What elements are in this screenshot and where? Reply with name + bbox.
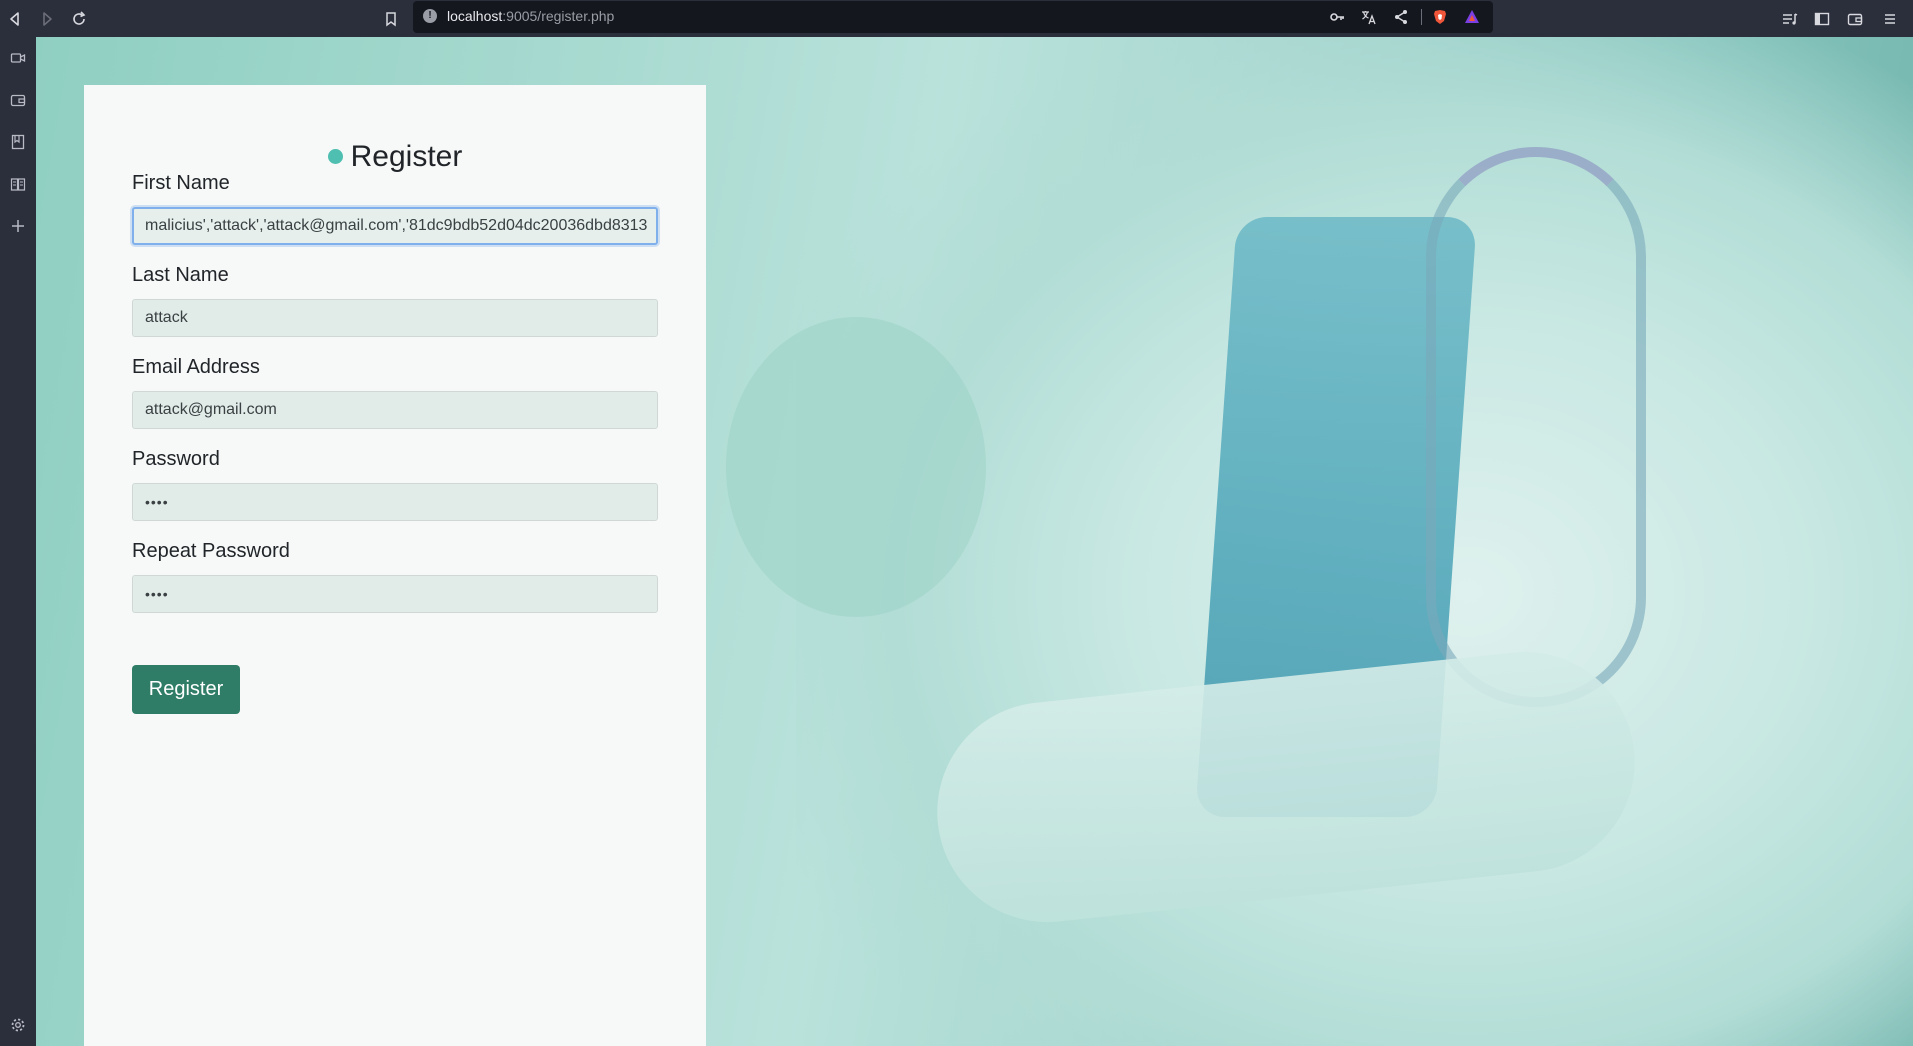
reading-list-icon xyxy=(10,178,26,191)
sidebar-add[interactable] xyxy=(5,213,31,239)
address-bar[interactable]: ! localhost:9005/register.php xyxy=(413,1,1493,33)
first-name-label: First Name xyxy=(132,172,230,194)
translate-icon[interactable] xyxy=(1360,8,1378,26)
register-form: Register First Name malicius','attack','… xyxy=(84,85,706,1046)
bookmark-icon xyxy=(386,12,396,27)
browser-sidebar xyxy=(0,37,36,1046)
sidebar-toggle-icon xyxy=(1814,12,1830,26)
bookmark-button[interactable] xyxy=(378,6,404,32)
last-name-input[interactable]: attack xyxy=(132,299,658,337)
wallet-icon xyxy=(10,94,26,107)
email-input[interactable]: attack@gmail.com xyxy=(132,391,658,429)
repeat-password-label: Repeat Password xyxy=(132,540,290,562)
page-title: Register xyxy=(84,140,706,174)
password-label: Password xyxy=(132,448,220,470)
sidebar-reading-list[interactable] xyxy=(5,171,31,197)
sidebar-toggle-button[interactable] xyxy=(1809,6,1835,32)
reload-icon xyxy=(73,11,86,25)
menu-icon xyxy=(1885,14,1895,24)
back-button[interactable] xyxy=(2,6,28,32)
key-icon[interactable] xyxy=(1328,8,1346,26)
info-icon[interactable]: ! xyxy=(423,9,437,23)
share-icon[interactable] xyxy=(1392,8,1410,26)
background-blur xyxy=(726,317,986,617)
sidebar-settings[interactable] xyxy=(5,1012,31,1038)
sidebar-wallet[interactable] xyxy=(5,87,31,113)
title-dot-icon xyxy=(327,148,343,164)
menu-button[interactable] xyxy=(1877,6,1903,32)
reload-button[interactable] xyxy=(66,6,92,32)
playlist-button[interactable] xyxy=(1777,6,1803,32)
url-text[interactable]: localhost:9005/register.php xyxy=(447,8,614,24)
background-stethoscope xyxy=(1426,147,1646,707)
sidebar-video-call[interactable] xyxy=(5,45,31,71)
email-label: Email Address xyxy=(132,356,260,378)
wallet-icon xyxy=(1847,13,1863,26)
repeat-password-input[interactable]: •••• xyxy=(132,575,658,613)
forward-icon xyxy=(43,12,52,26)
forward-button[interactable] xyxy=(34,6,60,32)
playlist-icon xyxy=(1783,13,1798,25)
wallet-button[interactable] xyxy=(1842,6,1868,32)
browser-toolbar: ! localhost:9005/register.php xyxy=(0,0,1913,37)
brave-shield-icon[interactable] xyxy=(1431,8,1449,26)
first-name-input[interactable]: malicius','attack','attack@gmail.com','8… xyxy=(132,207,658,245)
bookmarks-icon xyxy=(11,134,25,150)
settings-icon xyxy=(11,1018,25,1032)
register-button[interactable]: Register xyxy=(132,665,240,714)
back-icon xyxy=(10,12,19,26)
sidebar-bookmarks[interactable] xyxy=(5,129,31,155)
add-icon xyxy=(12,220,24,232)
last-name-label: Last Name xyxy=(132,264,229,286)
video-call-icon xyxy=(10,53,26,63)
password-input[interactable]: •••• xyxy=(132,483,658,521)
page-viewport: Register First Name malicius','attack','… xyxy=(36,37,1913,1046)
url-separator xyxy=(1421,9,1422,25)
brave-rewards-icon[interactable] xyxy=(1463,8,1481,26)
